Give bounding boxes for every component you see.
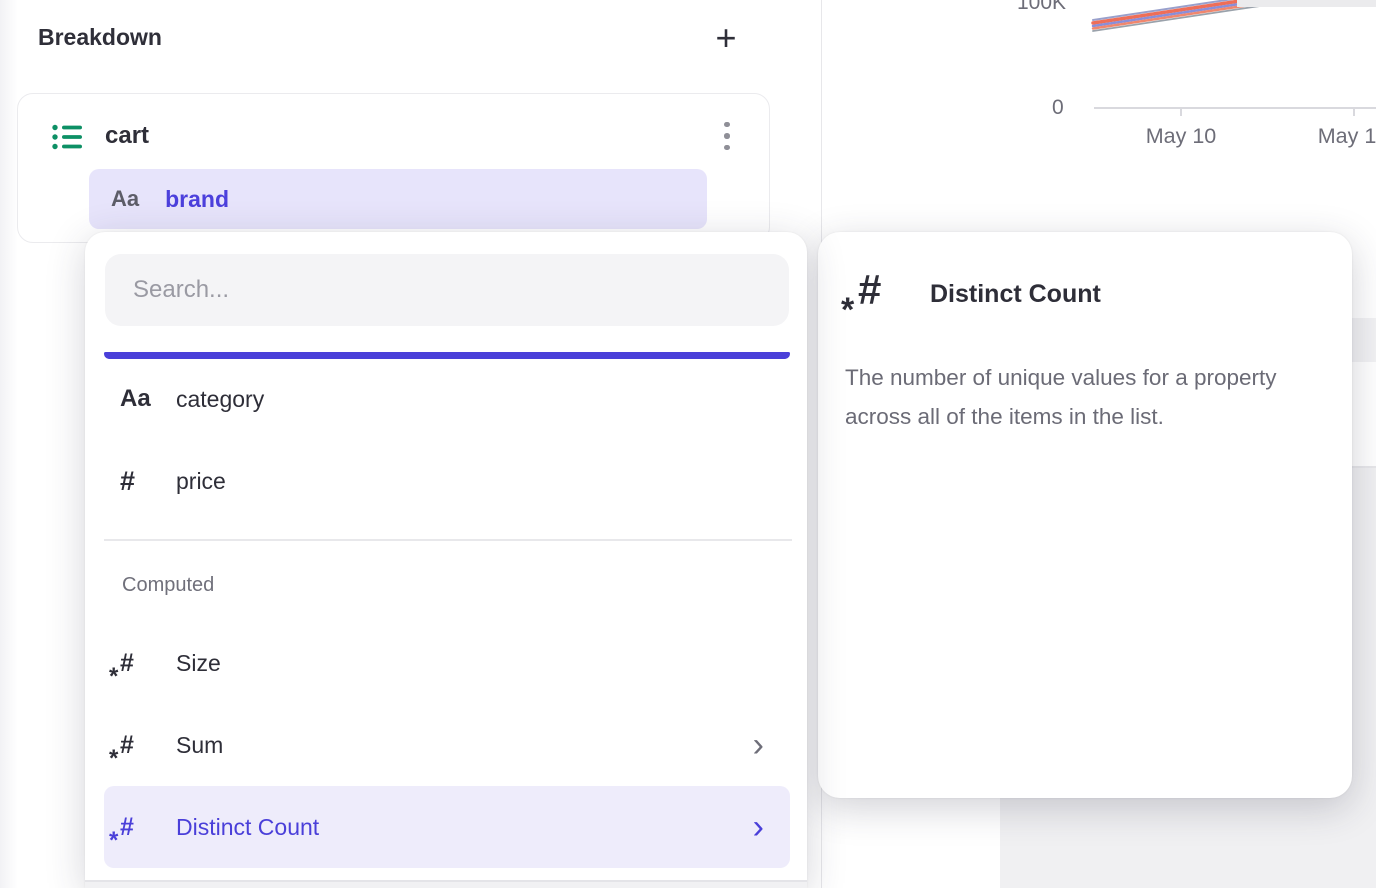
x-axis-line bbox=[1094, 107, 1376, 109]
list-name: cart bbox=[105, 122, 149, 150]
computed-number-icon: #* bbox=[858, 266, 881, 314]
tooltip-title: Distinct Count bbox=[930, 280, 1101, 309]
x-axis-label-may10: May 10 bbox=[1133, 124, 1229, 149]
breakdown-title: Breakdown bbox=[38, 24, 162, 51]
panel-edge-shade bbox=[0, 0, 18, 888]
computed-option-label: Size bbox=[176, 650, 221, 677]
x-axis-tick bbox=[1180, 107, 1182, 116]
property-option-label: category bbox=[176, 386, 264, 413]
string-type-icon: Aa bbox=[111, 186, 139, 212]
computed-option-label: Sum bbox=[176, 732, 223, 759]
computed-option-label: Distinct Count bbox=[176, 814, 319, 841]
list-icon bbox=[52, 123, 83, 151]
property-dropdown: Aa category # price Computed #* Size #* … bbox=[85, 232, 807, 888]
list-property-row[interactable]: cart bbox=[52, 118, 149, 154]
property-option-label: price bbox=[176, 468, 226, 495]
y-axis-tick-100k: 100K bbox=[1017, 0, 1066, 15]
computed-number-icon: #* bbox=[120, 731, 134, 760]
string-type-icon: Aa bbox=[104, 385, 160, 413]
distinct-count-tooltip: #* Distinct Count The number of unique v… bbox=[818, 232, 1352, 798]
kebab-menu-icon[interactable] bbox=[707, 114, 747, 158]
property-option-price[interactable]: # price bbox=[104, 440, 790, 522]
dropdown-footer-section bbox=[85, 882, 807, 888]
y-axis-tick-0: 0 bbox=[1052, 96, 1064, 120]
computed-option-size[interactable]: #* Size bbox=[104, 622, 790, 704]
computed-number-icon: #* bbox=[120, 649, 134, 678]
selected-property-chip[interactable]: Aa brand bbox=[89, 169, 707, 229]
x-axis-tick bbox=[1353, 107, 1355, 116]
search-input[interactable] bbox=[105, 254, 789, 326]
x-axis-label-may17: May 17 bbox=[1305, 124, 1376, 149]
property-option-category[interactable]: Aa category bbox=[104, 358, 790, 440]
add-breakdown-button[interactable]: + bbox=[702, 14, 750, 62]
computed-section-label: Computed bbox=[122, 574, 214, 597]
breakdown-card: cart Aa brand bbox=[17, 93, 770, 243]
tooltip-description: The number of unique values for a proper… bbox=[845, 358, 1323, 436]
computed-option-sum[interactable]: #* Sum › bbox=[104, 704, 790, 786]
chevron-right-icon: › bbox=[753, 810, 764, 844]
number-type-icon: # bbox=[104, 466, 160, 497]
computed-option-distinct-count[interactable]: #* Distinct Count › bbox=[104, 786, 790, 868]
dropdown-divider bbox=[104, 539, 792, 541]
chart-scroll-strip bbox=[1237, 0, 1376, 7]
chevron-right-icon: › bbox=[753, 728, 764, 762]
computed-number-icon: #* bbox=[120, 813, 134, 842]
selected-property-name: brand bbox=[165, 186, 229, 213]
